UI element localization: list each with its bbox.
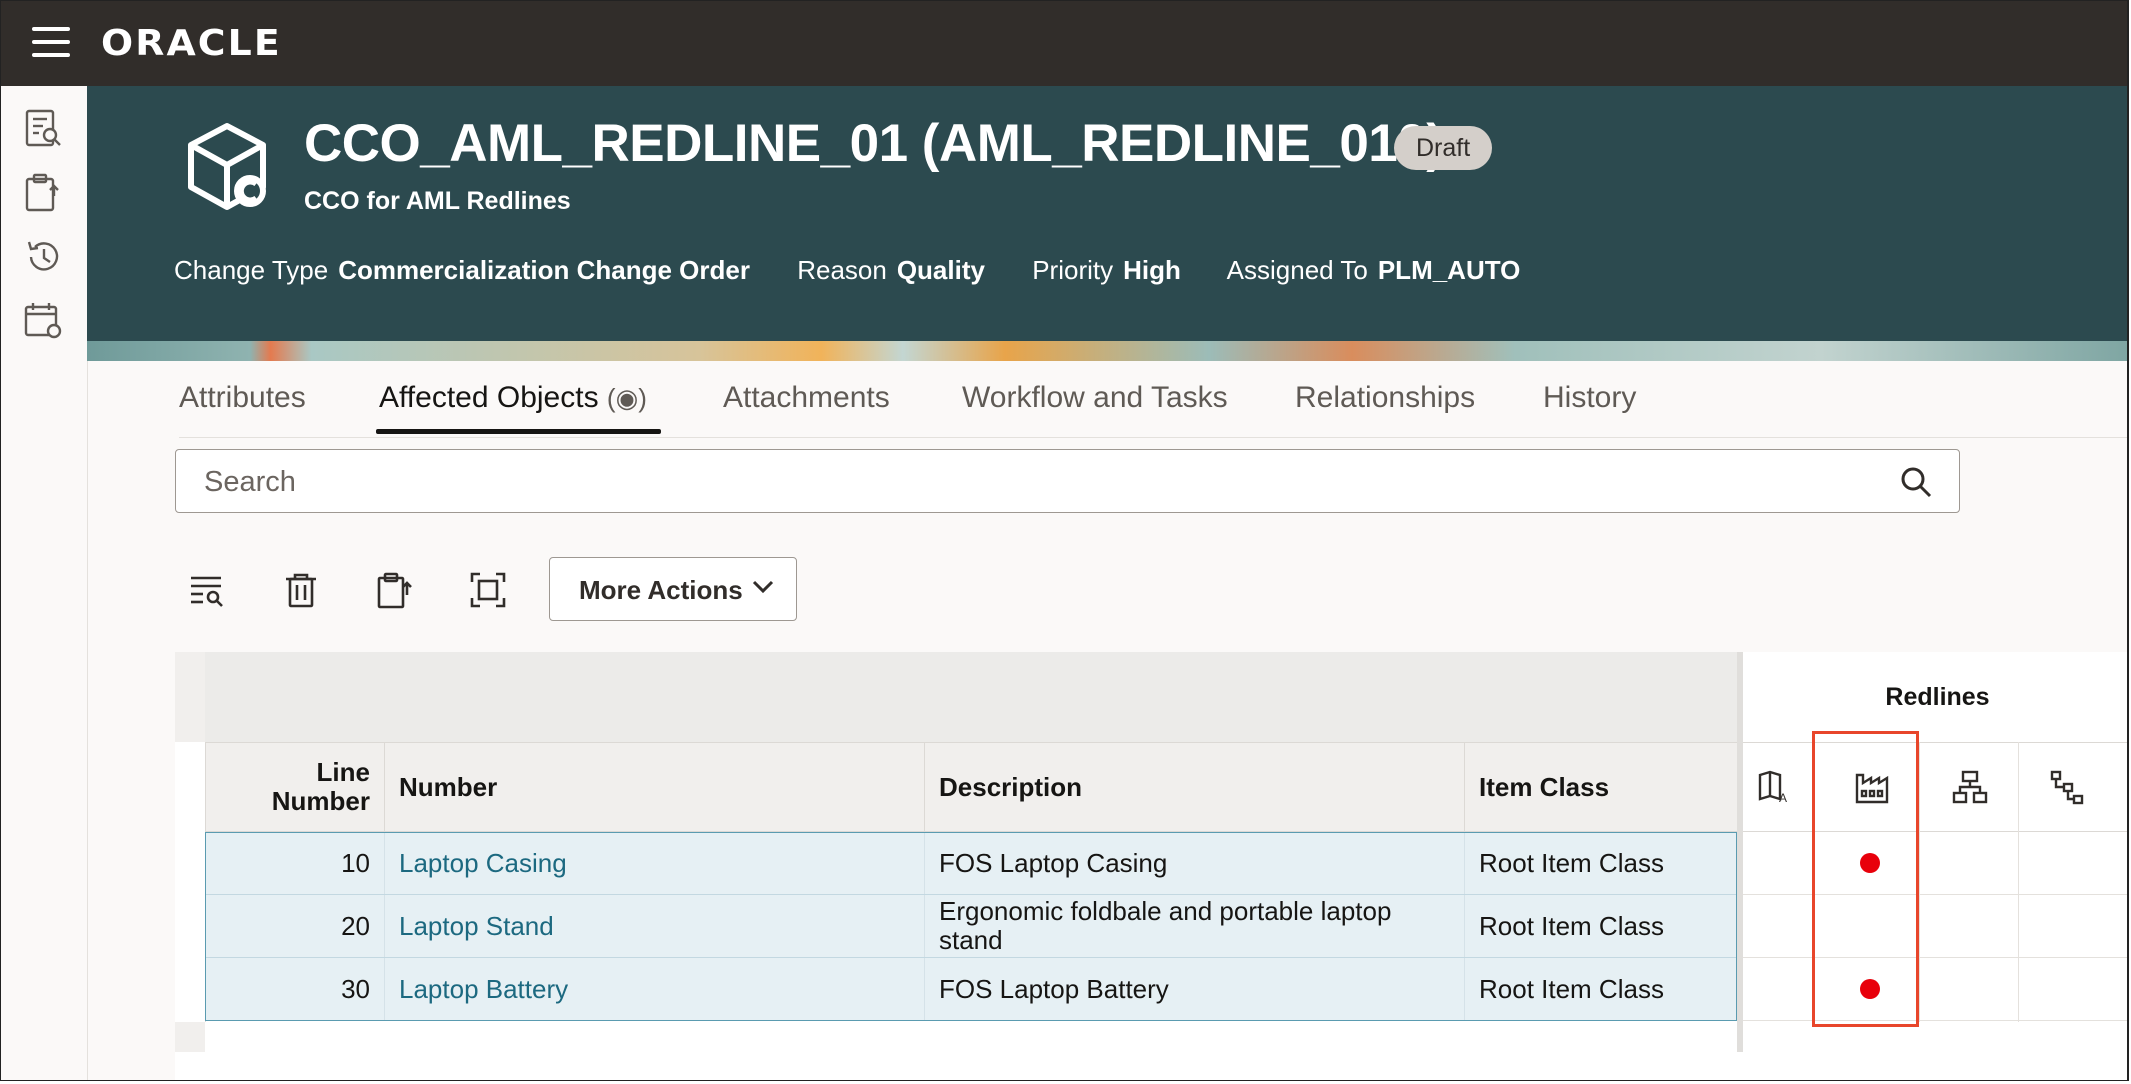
tab-attributes[interactable]: Attributes	[179, 381, 306, 415]
description-cell: FOS Laptop Casing	[925, 832, 1465, 894]
history-icon[interactable]	[23, 236, 65, 278]
redlines-header-row: A	[1743, 742, 2127, 832]
tab-workflow-and-tasks[interactable]: Workflow and Tasks	[962, 381, 1228, 415]
change-type-label: Change Type	[174, 255, 329, 285]
app-window: ORACLE CCO_AML_REDLINE_01 (AML_REDLINE_0…	[0, 0, 2129, 1081]
priority-value: High	[1123, 255, 1181, 285]
svg-text:A: A	[1779, 791, 1787, 805]
description-cell: Ergonomic foldbale and portable laptop s…	[925, 895, 1465, 957]
redline-row	[1743, 958, 2127, 1021]
manufacturer-redline-icon[interactable]	[1854, 769, 1890, 805]
clipboard-upload-icon[interactable]	[376, 571, 414, 609]
tab-relationships[interactable]: Relationships	[1295, 381, 1475, 415]
table-header-row: Line Number Number Description Item Clas…	[205, 742, 1737, 832]
col-header-number[interactable]: Number	[385, 743, 925, 831]
line-number-cell: 30	[205, 958, 385, 1020]
column-group-header	[205, 652, 1737, 742]
change-order-cube-icon	[188, 123, 266, 210]
line-number-cell: 20	[205, 895, 385, 957]
manufacturer-redline-dot	[1860, 979, 1880, 999]
redlines-group-header: Redlines	[1743, 652, 2127, 742]
col-header-item-class[interactable]: Item Class	[1465, 743, 1737, 831]
table-row[interactable]: 30 Laptop Battery FOS Laptop Battery Roo…	[205, 958, 1737, 1021]
expand-view-icon[interactable]	[469, 571, 507, 609]
tab-affected-objects-label: Affected Objects	[379, 381, 599, 414]
redline-row	[1743, 832, 2127, 895]
tab-history[interactable]: History	[1543, 381, 1636, 415]
assigned-to-label: Assigned To	[1226, 255, 1368, 285]
column-divider	[1812, 742, 1813, 1022]
column-divider	[2018, 742, 2019, 1022]
tab-bar: Attributes Affected Objects (◉) Attachme…	[179, 361, 2127, 438]
calendar-settings-icon[interactable]	[23, 300, 65, 342]
manufacturer-redline-dot	[1860, 853, 1880, 873]
chevron-down-icon	[752, 580, 774, 594]
tab-affected-objects[interactable]: Affected Objects (◉)	[379, 381, 647, 415]
item-link[interactable]: Laptop Battery	[399, 974, 568, 1005]
filter-list-icon[interactable]	[188, 571, 226, 609]
item-class-cell: Root Item Class	[1479, 847, 1664, 878]
reason-label: Reason	[797, 255, 887, 285]
page-subtitle: CCO for AML Redlines	[304, 187, 571, 215]
clipboard-upload-icon[interactable]	[23, 172, 65, 214]
search-list-icon[interactable]	[23, 108, 65, 150]
item-class-cell: Root Item Class	[1479, 973, 1664, 1004]
number-cell: Laptop Stand	[385, 895, 925, 957]
assigned-to-value: PLM_AUTO	[1377, 255, 1521, 285]
change-type-value: Commercialization Change Order	[338, 255, 750, 285]
search-icon[interactable]	[1899, 465, 1933, 499]
more-actions-label: More Actions	[579, 575, 743, 605]
number-cell: Laptop Battery	[385, 958, 925, 1020]
col-header-line-number[interactable]: Line Number	[205, 743, 385, 831]
status-badge: Draft	[1394, 126, 1493, 170]
tab-attachments[interactable]: Attachments	[723, 381, 890, 415]
oracle-logo: ORACLE	[101, 23, 282, 64]
more-actions-button[interactable]: More Actions	[549, 557, 797, 621]
attributes-redline-icon[interactable]: A	[1757, 769, 1793, 805]
header-attributes: Change Type Commercialization Change Orde…	[174, 255, 1560, 286]
hamburger-menu-icon[interactable]	[32, 27, 70, 57]
reason-value: Quality	[896, 255, 985, 285]
table-row[interactable]: 20 Laptop Stand Ergonomic foldbale and p…	[205, 895, 1737, 958]
redline-row	[1743, 895, 2127, 958]
delete-icon[interactable]	[282, 571, 320, 609]
item-link[interactable]: Laptop Stand	[399, 911, 554, 942]
item-link[interactable]: Laptop Casing	[399, 848, 567, 879]
priority-label: Priority	[1032, 255, 1114, 285]
active-tab-underline	[376, 429, 661, 434]
table-row[interactable]: 10 Laptop Casing FOS Laptop Casing Root …	[205, 832, 1737, 895]
global-header: ORACLE	[1, 1, 2127, 86]
tab-indicator: (◉)	[606, 383, 647, 413]
structure-redline-icon[interactable]	[1952, 769, 1988, 805]
description-cell: FOS Laptop Battery	[925, 958, 1465, 1020]
search-input[interactable]	[202, 450, 1856, 514]
number-cell: Laptop Casing	[385, 832, 925, 894]
page-title: CCO_AML_REDLINE_01 (AML_REDLINE_010)	[304, 114, 1444, 173]
item-class-cell: Root Item Class	[1479, 910, 1664, 941]
search-bar	[175, 449, 1960, 514]
left-navigation-rail	[1, 86, 88, 1080]
hierarchy-redline-icon[interactable]	[2049, 769, 2085, 805]
row-gutter	[175, 742, 206, 1022]
column-divider	[1919, 742, 1920, 1022]
line-number-cell: 10	[205, 832, 385, 894]
col-header-description[interactable]: Description	[925, 743, 1465, 831]
decorative-header-band	[87, 341, 2127, 361]
